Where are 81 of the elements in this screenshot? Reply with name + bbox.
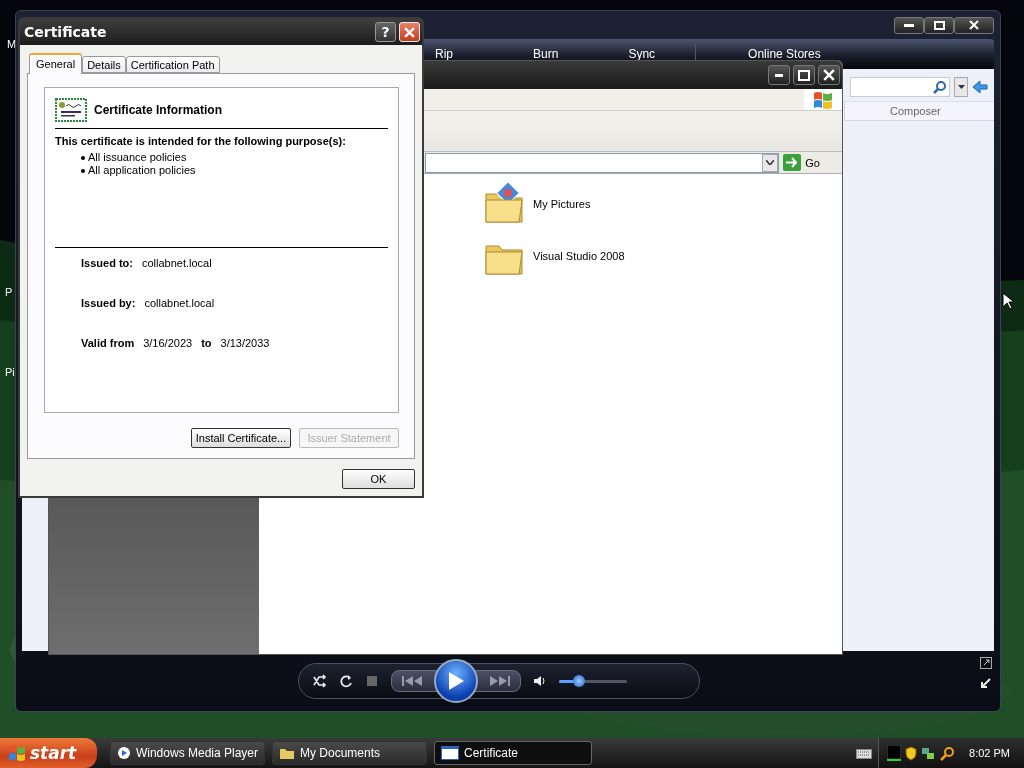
folder-name: Visual Studio 2008 xyxy=(533,250,625,262)
windows-logo-icon xyxy=(813,90,833,109)
volume-icon[interactable] xyxy=(533,674,547,688)
purpose-heading: This certificate is intended for the following purpose(s): xyxy=(55,135,347,147)
stop-icon[interactable] xyxy=(365,675,379,687)
desktop-icon-label[interactable]: P xyxy=(5,286,13,298)
dropdown-button[interactable] xyxy=(762,153,779,172)
go-button[interactable]: Go xyxy=(779,154,842,171)
minimize-icon xyxy=(775,73,783,77)
compact-icon[interactable] xyxy=(980,677,992,689)
minimize-button[interactable] xyxy=(768,65,790,85)
field-value: 3/13/2033 xyxy=(220,337,270,349)
tab[interactable]: Details xyxy=(82,56,126,73)
search-field[interactable] xyxy=(850,77,950,97)
maximize-icon xyxy=(933,20,945,30)
maximize-button[interactable] xyxy=(793,65,815,85)
field-value: collabnet.local xyxy=(141,257,212,269)
keyboard-icon[interactable] xyxy=(856,747,873,759)
close-button[interactable] xyxy=(954,16,994,34)
close-icon xyxy=(404,26,415,38)
ok-button[interactable]: OK xyxy=(342,469,415,489)
player-tab[interactable]: Burn xyxy=(533,48,559,61)
folder-name: My Pictures xyxy=(533,198,591,210)
back-arrow-icon[interactable] xyxy=(972,80,988,94)
tab[interactable]: General xyxy=(29,53,83,74)
field-label: to xyxy=(201,337,212,349)
desktop-icon-label[interactable]: M xyxy=(7,38,17,50)
play-button[interactable] xyxy=(434,659,478,703)
purpose-item: All application policies xyxy=(88,164,196,177)
cursor-icon xyxy=(1002,292,1014,310)
field-label: Valid from xyxy=(81,337,135,349)
network-icon[interactable] xyxy=(921,745,937,761)
search-icon xyxy=(933,80,946,94)
bullet-icon xyxy=(81,155,85,160)
search-icon[interactable] xyxy=(940,745,956,761)
tab[interactable]: Certification Path xyxy=(125,56,220,73)
caret-icon xyxy=(766,160,775,165)
caret-icon xyxy=(957,85,965,89)
certificate-icon xyxy=(55,98,87,122)
section-heading: Certificate Information xyxy=(94,103,222,117)
close-icon xyxy=(823,69,835,81)
dropdown-button[interactable] xyxy=(954,77,968,97)
field-value: 3/16/2023 xyxy=(143,337,193,349)
help-button[interactable]: ? xyxy=(375,22,396,42)
window-title: Certificate xyxy=(24,24,108,40)
minimize-icon xyxy=(904,23,914,27)
address-field[interactable] xyxy=(425,152,780,173)
expand-icon[interactable] xyxy=(980,657,992,669)
window-icon xyxy=(441,746,459,760)
player-tab[interactable]: Rip xyxy=(435,48,453,61)
arrow-right-icon xyxy=(783,154,802,171)
purpose-item: All issuance policies xyxy=(88,151,187,164)
play-icon xyxy=(447,671,465,691)
field-label: Issued to: xyxy=(81,257,133,269)
folder-item[interactable]: My Pictures xyxy=(483,182,842,226)
monitor-icon[interactable] xyxy=(887,745,902,761)
player-tab[interactable]: Sync xyxy=(628,48,656,61)
column-header[interactable]: Composer xyxy=(844,101,994,121)
taskbar-button[interactable]: My Documents xyxy=(272,741,427,765)
desktop-icon-label[interactable]: Pi xyxy=(5,366,15,378)
repeat-icon[interactable] xyxy=(339,674,353,688)
windows-logo-icon xyxy=(8,745,26,761)
bullet-icon xyxy=(81,168,85,173)
close-icon xyxy=(969,20,979,30)
folder-icon xyxy=(279,746,295,760)
taskbar-button[interactable]: Windows Media Player xyxy=(110,741,265,765)
field-value: collabnet.local xyxy=(144,297,215,309)
start-button[interactable]: start xyxy=(0,738,97,768)
minimize-button[interactable] xyxy=(894,16,924,34)
folder-item[interactable]: Visual Studio 2008 xyxy=(483,234,842,278)
clock: 8:02 PM xyxy=(969,747,1010,759)
shuffle-icon[interactable] xyxy=(313,674,327,688)
taskbar-button[interactable]: Certificate xyxy=(434,741,592,765)
install-button[interactable]: Install Certificate... xyxy=(191,428,291,448)
close-button[interactable] xyxy=(818,65,840,85)
maximize-icon xyxy=(798,69,810,81)
field-label: Issued by: xyxy=(81,297,136,309)
shield-icon[interactable] xyxy=(905,745,918,761)
maximize-button[interactable] xyxy=(924,16,954,34)
player-tab[interactable]: Online Stores xyxy=(748,48,821,61)
media-player-icon xyxy=(117,746,131,760)
